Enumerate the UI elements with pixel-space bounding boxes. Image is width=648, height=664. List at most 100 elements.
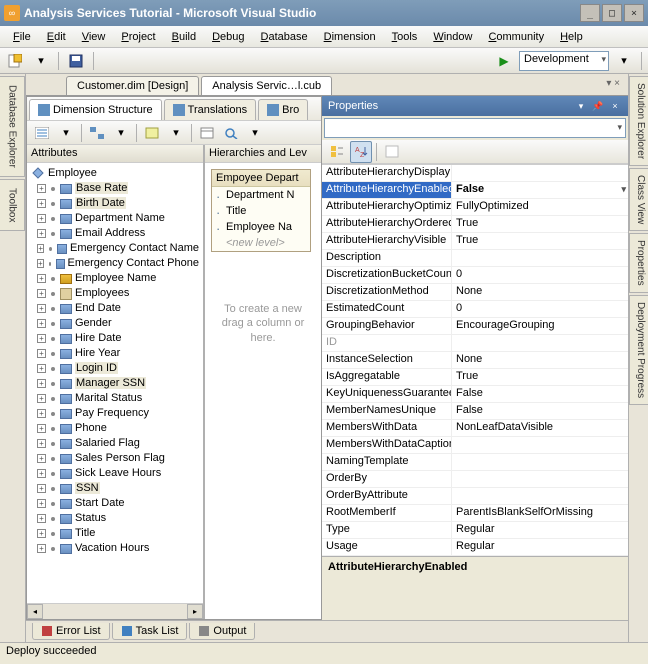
property-value[interactable]: Regular — [452, 522, 628, 538]
attribute-item[interactable]: +Hire Date — [29, 331, 201, 346]
start-button[interactable]: ▶ — [493, 50, 515, 72]
property-row[interactable]: UsageRegular — [322, 539, 628, 556]
attribute-item[interactable]: +Title — [29, 526, 201, 541]
minimize-button[interactable]: _ — [580, 4, 600, 22]
pin-icon[interactable]: 📌 — [591, 99, 605, 113]
property-row[interactable]: RootMemberIfParentIsBlankSelfOrMissing — [322, 505, 628, 522]
maximize-button[interactable]: □ — [602, 4, 622, 22]
property-pages-button[interactable] — [381, 141, 403, 163]
expand-icon[interactable]: + — [37, 229, 46, 238]
menu-help[interactable]: Help — [553, 29, 590, 45]
property-row[interactable]: GroupingBehaviorEncourageGrouping — [322, 318, 628, 335]
expand-icon[interactable]: + — [37, 379, 46, 388]
expand-icon[interactable]: + — [37, 364, 46, 373]
menu-window[interactable]: Window — [426, 29, 479, 45]
expand-icon[interactable]: + — [37, 514, 46, 523]
dropdown-icon[interactable]: ▾ — [30, 50, 52, 72]
tree-button[interactable] — [86, 122, 108, 144]
scroll-left-icon[interactable]: ◂ — [27, 604, 43, 619]
property-value[interactable] — [452, 471, 628, 487]
attribute-item[interactable]: +Start Date — [29, 496, 201, 511]
attribute-item[interactable]: +Base Rate — [29, 181, 201, 196]
categorized-button[interactable] — [326, 141, 348, 163]
property-row[interactable]: AttributeHierarchyEnabledFalse — [322, 182, 628, 199]
expand-icon[interactable]: + — [37, 259, 44, 268]
expand-icon[interactable]: + — [37, 304, 46, 313]
expand-icon[interactable]: + — [37, 199, 46, 208]
dropdown-icon[interactable]: ▾ — [110, 122, 132, 144]
bottom-tab-error-list[interactable]: Error List — [32, 623, 110, 640]
attribute-item[interactable]: +Gender — [29, 316, 201, 331]
property-row[interactable]: OrderByAttribute — [322, 488, 628, 505]
expand-icon[interactable]: + — [37, 244, 44, 253]
expand-icon[interactable]: + — [37, 544, 46, 553]
expand-icon[interactable]: + — [37, 409, 46, 418]
menu-tools[interactable]: Tools — [385, 29, 425, 45]
zoom-button[interactable] — [220, 122, 242, 144]
property-row[interactable]: MemberNamesUniqueFalse — [322, 403, 628, 420]
expand-icon[interactable]: + — [37, 454, 46, 463]
attribute-item[interactable]: +Manager SSN — [29, 376, 201, 391]
dim-tab[interactable]: Bro — [258, 99, 308, 120]
hierarchy-box[interactable]: Empoyee Depart Department NTitleEmployee… — [211, 169, 311, 252]
property-row[interactable]: AttributeHierarchyOptimizedFullyOptimize… — [322, 199, 628, 216]
expand-icon[interactable]: + — [37, 394, 46, 403]
side-tab-deployment-progress[interactable]: Deployment Progress — [629, 295, 648, 405]
menu-build[interactable]: Build — [165, 29, 203, 45]
hierarchy-level[interactable]: Department N — [212, 187, 310, 203]
menu-dimension[interactable]: Dimension — [317, 29, 383, 45]
property-row[interactable]: MembersWithDataCaption — [322, 437, 628, 454]
attribute-item[interactable]: +SSN — [29, 481, 201, 496]
property-value[interactable]: 0 — [452, 301, 628, 317]
tab-controls[interactable]: ▾ × — [602, 76, 624, 95]
attribute-item[interactable]: +Hire Year — [29, 346, 201, 361]
property-value[interactable]: False — [452, 403, 628, 419]
property-value[interactable]: NonLeafDataVisible — [452, 420, 628, 436]
property-value[interactable]: None — [452, 284, 628, 300]
property-row[interactable]: DiscretizationBucketCount0 — [322, 267, 628, 284]
expand-icon[interactable]: + — [37, 349, 46, 358]
expand-icon[interactable]: + — [37, 499, 46, 508]
attribute-item[interactable]: +Birth Date — [29, 196, 201, 211]
property-value[interactable]: True — [452, 369, 628, 385]
dropdown-icon[interactable]: ▾ — [165, 122, 187, 144]
property-row[interactable]: ID — [322, 335, 628, 352]
new-project-button[interactable] — [4, 50, 26, 72]
expand-icon[interactable]: + — [37, 274, 46, 283]
new-level-placeholder[interactable]: <new level> — [212, 235, 310, 251]
property-value[interactable]: EncourageGrouping — [452, 318, 628, 334]
side-tab-database-explorer[interactable]: Database Explorer — [0, 76, 25, 177]
bottom-tab-task-list[interactable]: Task List — [112, 623, 188, 640]
property-row[interactable]: AttributeHierarchyDisplayFol — [322, 165, 628, 182]
property-row[interactable]: NamingTemplate — [322, 454, 628, 471]
dim-tab[interactable]: Translations — [164, 99, 257, 120]
property-row[interactable]: AttributeHierarchyVisibleTrue — [322, 233, 628, 250]
property-value[interactable] — [452, 165, 628, 181]
property-row[interactable]: InstanceSelectionNone — [322, 352, 628, 369]
expand-icon[interactable]: + — [37, 529, 46, 538]
expand-icon[interactable]: + — [37, 184, 46, 193]
attribute-root[interactable]: Employee — [48, 167, 97, 179]
property-row[interactable]: TypeRegular — [322, 522, 628, 539]
property-value[interactable] — [452, 335, 628, 351]
hierarchy-level[interactable]: Employee Na — [212, 219, 310, 235]
property-row[interactable]: DiscretizationMethodNone — [322, 284, 628, 301]
expand-icon[interactable]: + — [37, 319, 46, 328]
attribute-item[interactable]: +Employees — [29, 286, 201, 301]
property-value[interactable]: ParentIsBlankSelfOrMissing — [452, 505, 628, 521]
process-button[interactable] — [141, 122, 163, 144]
menu-edit[interactable]: Edit — [40, 29, 73, 45]
property-value[interactable]: FullyOptimized — [452, 199, 628, 215]
property-row[interactable]: KeyUniquenessGuaranteeFalse — [322, 386, 628, 403]
side-tab-toolbox[interactable]: Toolbox — [0, 179, 25, 231]
property-value[interactable] — [452, 437, 628, 453]
menu-project[interactable]: Project — [114, 29, 162, 45]
side-tab-solution-explorer[interactable]: Solution Explorer — [629, 76, 648, 166]
property-value[interactable] — [452, 488, 628, 504]
object-selector[interactable] — [324, 118, 626, 138]
alphabetical-button[interactable]: AZ — [350, 141, 372, 163]
attribute-item[interactable]: +End Date — [29, 301, 201, 316]
attribute-item[interactable]: +Phone — [29, 421, 201, 436]
attribute-item[interactable]: +Login ID — [29, 361, 201, 376]
expand-icon[interactable]: + — [37, 289, 46, 298]
